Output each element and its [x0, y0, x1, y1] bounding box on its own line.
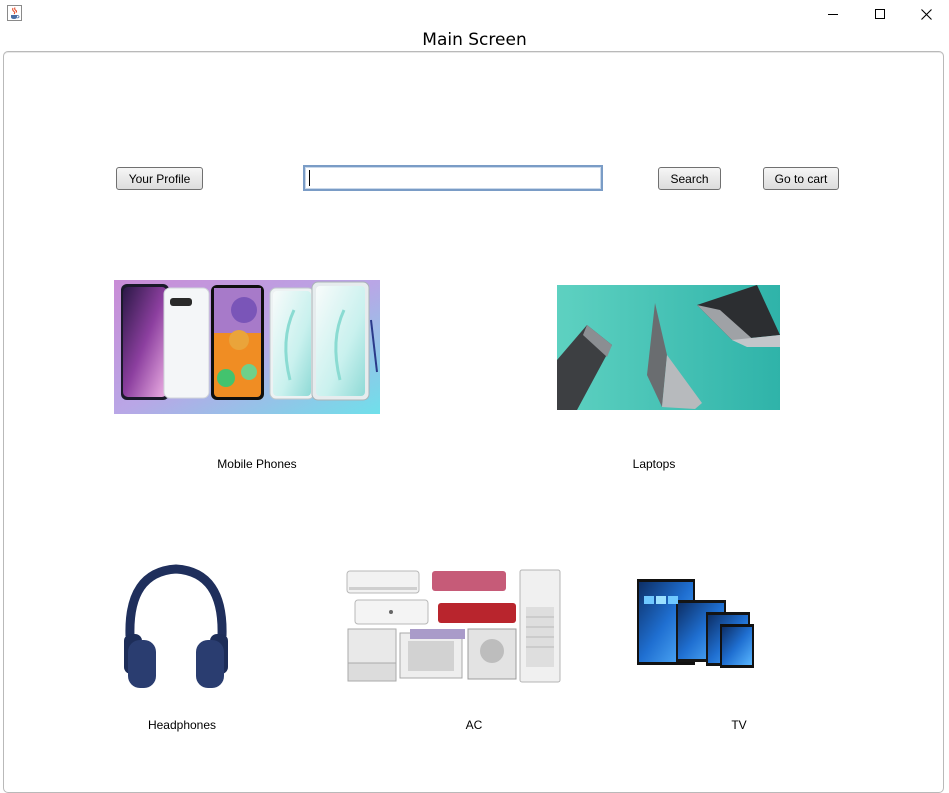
search-button[interactable]: Search	[658, 167, 721, 190]
category-label-ac: AC	[465, 718, 483, 732]
category-label-mobile-phones: Mobile Phones	[217, 457, 297, 471]
smartphones-image[interactable]	[114, 280, 380, 414]
minimize-icon	[828, 14, 838, 15]
headphones-image[interactable]	[120, 564, 232, 691]
category-label-headphones: Headphones	[147, 718, 217, 732]
category-label-tv: TV	[731, 718, 747, 732]
java-cup-icon	[7, 5, 22, 21]
text-caret	[309, 170, 310, 186]
your-profile-button[interactable]: Your Profile	[116, 167, 203, 190]
laptops-image[interactable]	[557, 285, 780, 410]
search-input[interactable]	[303, 165, 603, 191]
frame-title: Main Screen	[422, 30, 527, 50]
air-conditioners-image[interactable]	[343, 567, 562, 685]
maximize-icon	[875, 9, 885, 19]
maximize-button[interactable]	[857, 0, 903, 28]
category-label-laptops: Laptops	[632, 457, 676, 471]
close-button[interactable]	[903, 0, 949, 28]
go-to-cart-button[interactable]: Go to cart	[763, 167, 839, 190]
televisions-image[interactable]	[636, 576, 756, 680]
close-icon	[920, 8, 932, 20]
window-titlebar	[0, 0, 949, 28]
minimize-button[interactable]	[810, 0, 856, 28]
